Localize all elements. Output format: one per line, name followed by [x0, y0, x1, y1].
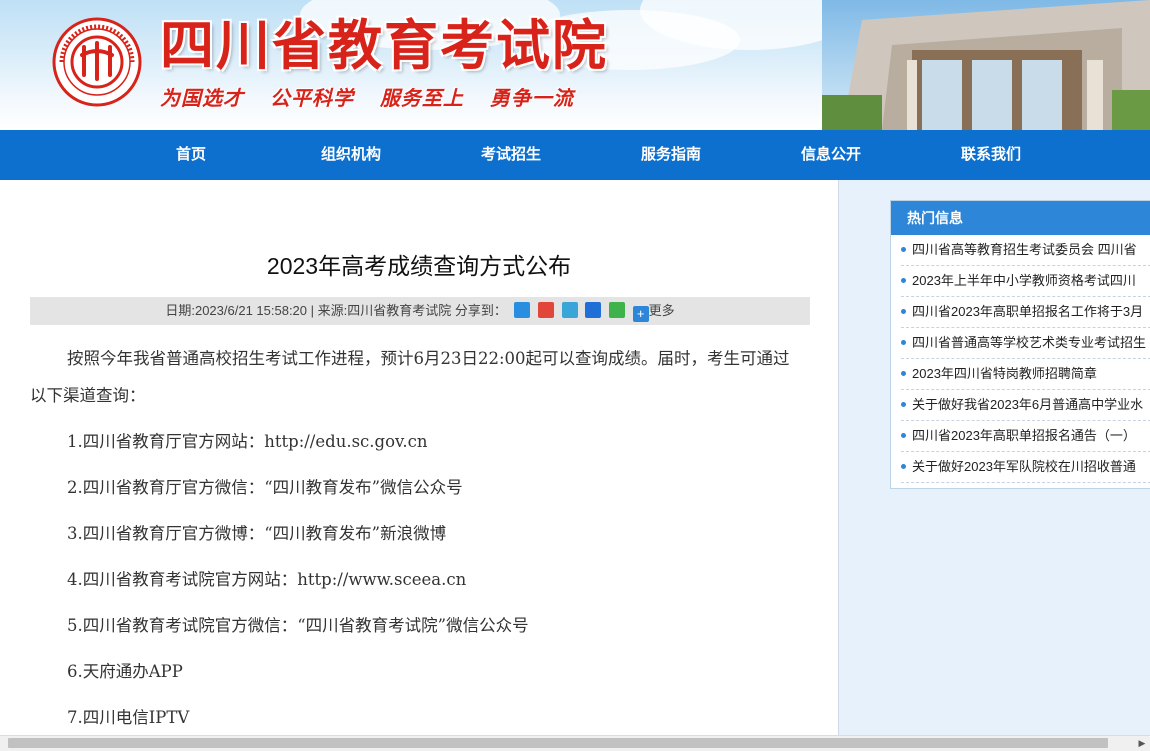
tencent-weibo-share-icon[interactable]: [561, 302, 578, 318]
article-body: 按照今年我省普通高校招生考试工作进程，预计6月23日22:00起可以查询成绩。届…: [30, 340, 800, 736]
hot-info-item[interactable]: 2023年上半年中小学教师资格考试四川: [901, 266, 1150, 297]
hot-info-item[interactable]: 关于做好我省2023年6月普通高中学业水: [901, 390, 1150, 421]
hot-info-item[interactable]: 四川省普通高等学校艺术类专业考试招生: [901, 328, 1150, 359]
hot-info-link[interactable]: 关于做好2023年军队院校在川招收普通: [912, 459, 1136, 474]
hot-info-item[interactable]: 四川省高等教育招生考试委员会 四川省: [901, 235, 1150, 266]
hot-info-item[interactable]: 关于做好2023年军队院校在川招收普通: [901, 452, 1150, 483]
main-nav: 首页 组织机构 考试招生 服务指南 信息公开 联系我们: [0, 130, 1150, 180]
hot-info-link[interactable]: 四川省2023年高职单招报名工作将于3月: [912, 304, 1143, 319]
nav-home[interactable]: 首页: [111, 130, 271, 180]
horizontal-scrollbar[interactable]: ▶: [0, 735, 1150, 751]
hot-info-panel: 热门信息 四川省高等教育招生考试委员会 四川省 2023年上半年中小学教师资格考…: [890, 200, 1150, 489]
slogan-1: 为国选才: [160, 86, 244, 110]
hot-info-link[interactable]: 2023年上半年中小学教师资格考试四川: [912, 273, 1136, 288]
nav-organization[interactable]: 组织机构: [271, 130, 431, 180]
bullet-icon: [901, 309, 906, 314]
wechat-share-icon[interactable]: [608, 302, 625, 318]
logo-seal-icon: [52, 17, 142, 107]
bullet-icon: [901, 247, 906, 252]
bullet-icon: [901, 433, 906, 438]
hot-info-list: 四川省高等教育招生考试委员会 四川省 2023年上半年中小学教师资格考试四川 四…: [891, 235, 1150, 483]
article-title: 2023年高考成绩查询方式公布: [266, 253, 572, 279]
scroll-right-arrow-icon[interactable]: ▶: [1136, 737, 1148, 749]
article-meta: 日期:2023/6/21 15:58:20 | 来源:四川省教育考试院 分享到：: [165, 303, 507, 318]
hot-info-item[interactable]: 四川省2023年高职单招报名工作将于3月: [901, 297, 1150, 328]
nav-service-guide[interactable]: 服务指南: [591, 130, 751, 180]
bullet-icon: [901, 464, 906, 469]
channel-item: 4.四川省教育考试院官方网站：http://www.sceea.cn: [67, 570, 467, 589]
scrollbar-thumb[interactable]: [8, 738, 1108, 748]
channel-item: 7.四川电信IPTV: [67, 708, 190, 727]
slogan: 为国选才 公平科学 服务至上 勇争一流: [160, 84, 592, 112]
slogan-4: 勇争一流: [489, 86, 574, 110]
header-banner: 四川省教育考试院 为国选才 公平科学 服务至上 勇争一流: [0, 0, 1150, 130]
channel-item: 1.四川省教育厅官方网站：http://edu.sc.gov.cn: [67, 432, 428, 451]
bullet-icon: [901, 402, 906, 407]
nav-exams-admissions[interactable]: 考试招生: [431, 130, 591, 180]
hot-info-link[interactable]: 四川省高等教育招生考试委员会 四川省: [912, 242, 1137, 257]
more-share-icon[interactable]: +: [632, 306, 649, 322]
channel-item: 6.天府通办APP: [67, 662, 183, 681]
article-panel: 2023年高考成绩查询方式公布 日期:2023/6/21 15:58:20 | …: [0, 180, 839, 750]
site-title: 四川省教育考试院: [160, 14, 608, 77]
article-meta-bar: 日期:2023/6/21 15:58:20 | 来源:四川省教育考试院 分享到：…: [30, 297, 810, 325]
channel-item: 3.四川省教育厅官方微博：“四川教育发布”新浪微博: [67, 524, 447, 543]
slogan-2: 公平科学: [269, 86, 354, 110]
hot-info-link[interactable]: 四川省2023年高职单招报名通告（一）: [912, 428, 1136, 443]
slogan-3: 服务至上: [379, 86, 464, 110]
bullet-icon: [901, 278, 906, 283]
nav-contact[interactable]: 联系我们: [911, 130, 1071, 180]
hot-info-link[interactable]: 四川省普通高等学校艺术类专业考试招生: [912, 335, 1146, 350]
hot-info-link[interactable]: 2023年四川省特岗教师招聘简章: [912, 366, 1097, 381]
hot-info-heading: 热门信息: [891, 201, 1150, 235]
share-more-link[interactable]: 更多: [649, 303, 675, 318]
weibo-share-icon[interactable]: [538, 302, 555, 318]
channel-item: 2.四川省教育厅官方微信：“四川教育发布”微信公众号: [67, 478, 463, 497]
article-intro: 按照今年我省普通高校招生考试工作进程，预计6月23日22:00起可以查询成绩。届…: [30, 349, 790, 405]
nav-info-disclosure[interactable]: 信息公开: [751, 130, 911, 180]
channel-item: 5.四川省教育考试院官方微信：“四川省教育考试院”微信公众号: [67, 616, 529, 635]
qzone-share-icon[interactable]: [514, 302, 531, 318]
building-image: [822, 0, 1150, 130]
renren-share-icon[interactable]: [585, 302, 602, 318]
bullet-icon: [901, 340, 906, 345]
bullet-icon: [901, 371, 906, 376]
hot-info-item[interactable]: 2023年四川省特岗教师招聘简章: [901, 359, 1150, 390]
hot-info-link[interactable]: 关于做好我省2023年6月普通高中学业水: [912, 397, 1143, 412]
hot-info-item[interactable]: 四川省2023年高职单招报名通告（一）: [901, 421, 1150, 452]
